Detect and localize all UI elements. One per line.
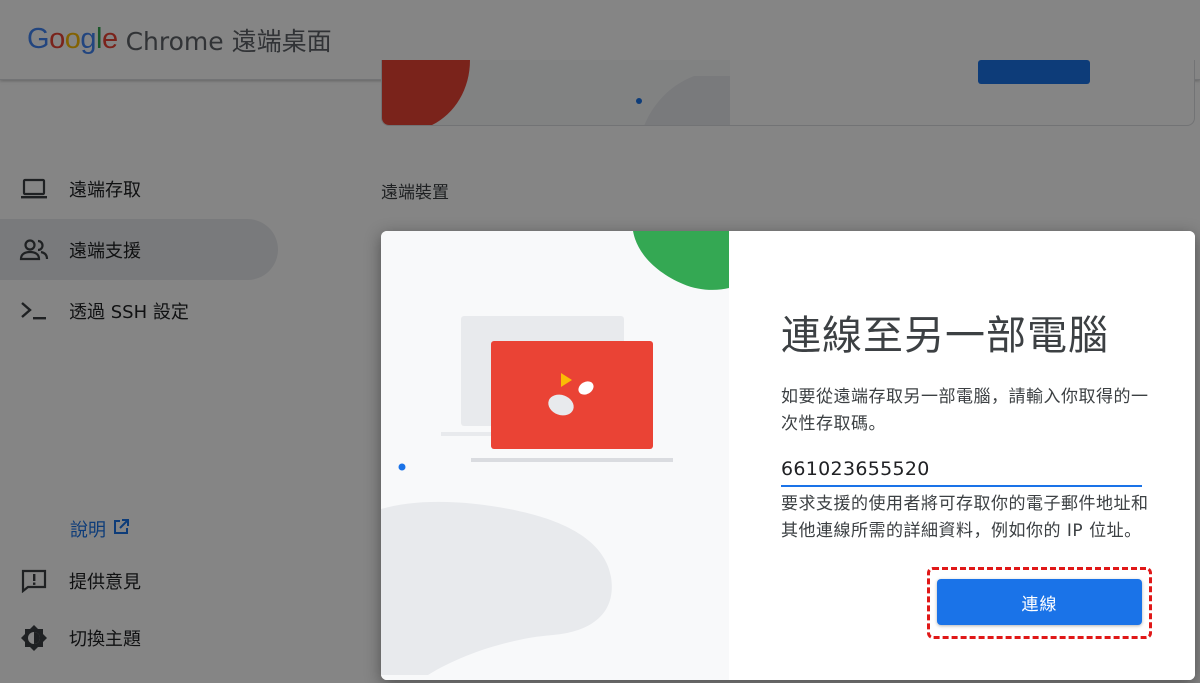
blue-dot	[398, 463, 406, 471]
dialog-illustration	[381, 231, 729, 680]
green-blob	[633, 231, 729, 290]
laptop-screen	[491, 341, 653, 449]
dialog-note: 要求支援的使用者將可存取你的電子郵件地址和其他連線所需的詳細資料，例如你的 IP…	[781, 494, 1149, 541]
connect-dialog: 連線至另一部電腦 如要從遠端存取另一部電腦，請輸入你取得的一次性存取碼。 要求支…	[381, 231, 1195, 680]
access-code-input[interactable]	[781, 453, 1142, 487]
dialog-description: 如要從遠端存取另一部電腦，請輸入你取得的一次性存取碼。	[781, 387, 1149, 434]
connect-button[interactable]: 連線	[937, 579, 1142, 625]
gray-blob	[381, 501, 612, 675]
dialog-content: 連線至另一部電腦 如要從遠端存取另一部電腦，請輸入你取得的一次性存取碼。 要求支…	[729, 231, 1195, 680]
laptop-base	[471, 458, 673, 462]
dialog-title: 連線至另一部電腦	[781, 313, 1109, 359]
